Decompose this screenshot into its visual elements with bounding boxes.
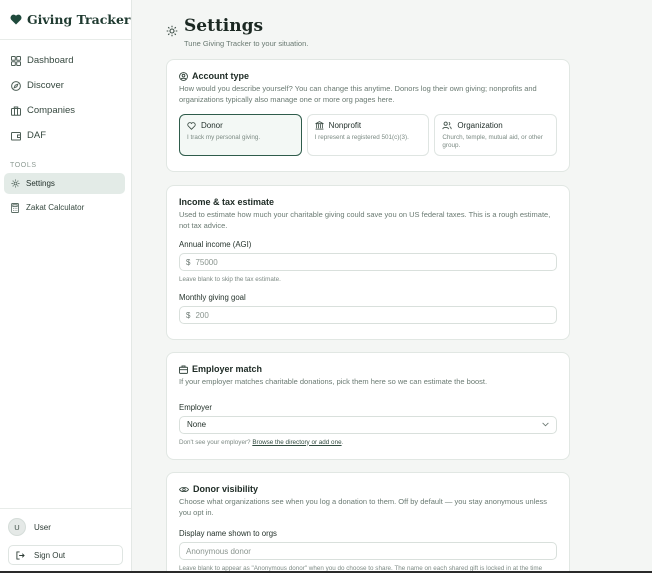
- account-option-title: Donor: [187, 121, 294, 130]
- display-name-placeholder: Anonymous donor: [186, 546, 251, 556]
- gear-icon: [10, 179, 20, 189]
- agi-placeholder: 75000: [195, 257, 218, 267]
- employer-help-suffix: .: [341, 438, 344, 446]
- goal-currency-prefix: $: [186, 310, 191, 320]
- wallet-icon: [10, 130, 21, 141]
- page-title: Settings: [184, 16, 264, 36]
- tool-item-zakat-calculator[interactable]: Zakat Calculator: [4, 197, 125, 218]
- account-option-desc: Church, temple, mutual aid, or other gro…: [442, 134, 543, 149]
- brand-name: Giving Tracker: [27, 12, 131, 27]
- account-type-card: Account type How would you describe your…: [166, 59, 570, 172]
- nav-label: DAF: [27, 130, 46, 141]
- employer-help-text: Don't see your employer? Browse the dire…: [179, 439, 557, 446]
- nav-item-dashboard[interactable]: Dashboard: [0, 48, 131, 73]
- avatar: U: [8, 518, 26, 536]
- employer-label: Employer: [179, 402, 212, 412]
- nav-item-discover[interactable]: Discover: [0, 73, 131, 98]
- donor-visibility-title: Donor visibility: [179, 484, 557, 494]
- building-icon: [315, 121, 324, 130]
- employer-selected-value: None: [187, 420, 207, 429]
- employer-select[interactable]: None: [179, 415, 557, 434]
- page-subtitle: Tune Giving Tracker to your situation.: [184, 39, 309, 48]
- donor-visibility-description: Choose what organizations see when you l…: [179, 497, 548, 517]
- account-option-organization[interactable]: Organization Church, temple, mutual aid,…: [434, 114, 558, 156]
- employer-match-title: Employer match: [179, 364, 557, 374]
- nav-item-daf[interactable]: DAF: [0, 123, 131, 148]
- tool-label: Settings: [26, 179, 55, 188]
- nav-label: Companies: [27, 105, 76, 116]
- agi-input[interactable]: $ 75000: [179, 253, 557, 271]
- main-nav: Dashboard Discover Companies DAF: [0, 40, 131, 148]
- employer-match-title-text: Employer match: [192, 364, 263, 374]
- display-name-label: Display name shown to orgs: [179, 529, 277, 538]
- nav-label: Discover: [27, 80, 64, 91]
- donor-visibility-card: Donor visibility Choose what organizatio…: [166, 472, 570, 573]
- user-profile[interactable]: U User: [8, 518, 123, 536]
- chevron-down-icon: [542, 422, 549, 427]
- sidebar-footer: U User Sign Out: [0, 508, 131, 573]
- tool-label: Zakat Calculator: [26, 203, 85, 212]
- account-option-title: Organization: [442, 121, 549, 130]
- monthly-goal-input[interactable]: $ 200: [179, 306, 557, 324]
- calculator-icon: [10, 202, 20, 213]
- income-tax-title: Income & tax estimate: [179, 197, 275, 207]
- account-option-name: Donor: [201, 121, 223, 130]
- donor-visibility-title-text: Donor visibility: [193, 484, 259, 494]
- brand[interactable]: Giving Tracker: [0, 0, 131, 40]
- nav-label: Dashboard: [27, 55, 74, 66]
- account-type-title-text: Account type: [192, 71, 250, 81]
- account-option-desc: I track my personal giving.: [187, 134, 261, 141]
- briefcase-icon: [179, 364, 188, 374]
- goal-placeholder: 200: [195, 310, 209, 320]
- employer-match-card: Employer match If your employer matches …: [166, 352, 570, 460]
- account-type-title: Account type: [179, 71, 557, 81]
- browse-directory-link[interactable]: Browse the directory or add one: [252, 439, 341, 446]
- account-option-nonprofit[interactable]: Nonprofit I represent a registered 501(c…: [306, 114, 430, 156]
- main-content: Settings Tune Giving Tracker to your sit…: [132, 0, 652, 573]
- people-icon: [442, 121, 452, 130]
- agi-label: Annual income (AGI): [179, 240, 252, 249]
- user-name: User: [34, 522, 51, 532]
- sidebar: Giving Tracker Dashboard Discover Compan…: [0, 0, 132, 573]
- agi-currency-prefix: $: [186, 257, 191, 267]
- sign-out-icon: [16, 550, 25, 560]
- display-name-input[interactable]: Anonymous donor: [179, 542, 557, 560]
- account-option-desc: I represent a registered 501(c)(3).: [314, 134, 409, 141]
- page-header: Settings Tune Giving Tracker to your sit…: [166, 16, 308, 48]
- goal-label: Monthly giving goal: [179, 293, 246, 302]
- sign-out-label: Sign Out: [34, 550, 66, 560]
- employer-help-prefix: Don't see your employer?: [179, 438, 251, 446]
- account-type-description: How would you describe yourself? You can…: [179, 84, 537, 104]
- employer-match-description: If your employer matches charitable dona…: [179, 377, 488, 386]
- compass-icon: [10, 80, 21, 91]
- income-tax-description: Used to estimate how much your charitabl…: [179, 210, 551, 230]
- tools-section-label: TOOLS: [10, 162, 37, 169]
- briefcase-icon: [10, 105, 21, 116]
- account-option-name: Organization: [457, 121, 503, 130]
- settings-gear-icon: [166, 24, 178, 48]
- eye-icon: [179, 486, 189, 493]
- account-option-title: Nonprofit: [315, 121, 422, 130]
- dashboard-icon: [10, 55, 21, 66]
- tool-item-settings[interactable]: Settings: [4, 173, 125, 194]
- account-type-options: Donor I track my personal giving. Nonpro…: [179, 114, 558, 156]
- nav-item-companies[interactable]: Companies: [0, 98, 131, 123]
- account-option-name: Nonprofit: [328, 121, 362, 130]
- heart-logo-icon: [10, 14, 22, 25]
- agi-help-text: Leave blank to skip the tax estimate.: [179, 276, 281, 283]
- account-option-donor[interactable]: Donor I track my personal giving.: [179, 114, 302, 156]
- user-circle-icon: [179, 71, 188, 81]
- income-tax-card: Income & tax estimate Used to estimate h…: [166, 185, 570, 340]
- sign-out-button[interactable]: Sign Out: [8, 545, 123, 565]
- heart-icon: [187, 121, 196, 130]
